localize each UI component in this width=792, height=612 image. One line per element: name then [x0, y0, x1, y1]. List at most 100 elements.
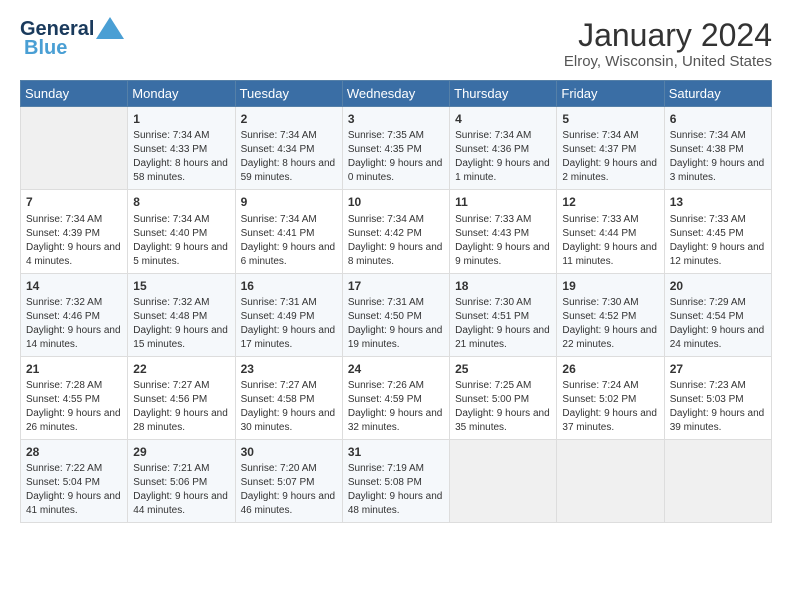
daylight-label: Daylight: 9 hours and 32 minutes. — [348, 408, 443, 433]
day-number: 9 — [241, 194, 337, 210]
table-row: 16Sunrise: 7:31 AMSunset: 4:49 PMDayligh… — [235, 273, 342, 356]
header-monday: Monday — [128, 81, 235, 107]
calendar-week-4: 28Sunrise: 7:22 AMSunset: 5:04 PMDayligh… — [21, 439, 772, 522]
sunset-label: Sunset: 4:39 PM — [26, 228, 100, 239]
sunset-label: Sunset: 4:44 PM — [562, 228, 636, 239]
day-number: 25 — [455, 361, 551, 377]
sunset-label: Sunset: 4:33 PM — [133, 144, 207, 155]
sunset-label: Sunset: 4:41 PM — [241, 228, 315, 239]
sunrise-label: Sunrise: 7:35 AM — [348, 130, 424, 141]
calendar: Sunday Monday Tuesday Wednesday Thursday… — [20, 80, 772, 523]
day-info: Sunrise: 7:21 AMSunset: 5:06 PMDaylight:… — [133, 462, 229, 518]
sunset-label: Sunset: 4:43 PM — [455, 228, 529, 239]
sunset-label: Sunset: 5:04 PM — [26, 477, 100, 488]
daylight-label: Daylight: 9 hours and 19 minutes. — [348, 325, 443, 350]
sunset-label: Sunset: 5:07 PM — [241, 477, 315, 488]
sunset-label: Sunset: 4:48 PM — [133, 311, 207, 322]
sunset-label: Sunset: 4:35 PM — [348, 144, 422, 155]
calendar-header-row: Sunday Monday Tuesday Wednesday Thursday… — [21, 81, 772, 107]
header: General Blue January 2024 Elroy, Wiscons… — [20, 18, 772, 70]
sunset-label: Sunset: 4:58 PM — [241, 394, 315, 405]
daylight-label: Daylight: 8 hours and 59 minutes. — [241, 158, 336, 183]
day-number: 11 — [455, 194, 551, 210]
day-info: Sunrise: 7:32 AMSunset: 4:46 PMDaylight:… — [26, 296, 122, 352]
daylight-label: Daylight: 9 hours and 24 minutes. — [670, 325, 765, 350]
sunrise-label: Sunrise: 7:21 AM — [133, 463, 209, 474]
day-info: Sunrise: 7:34 AMSunset: 4:37 PMDaylight:… — [562, 129, 658, 185]
day-info: Sunrise: 7:33 AMSunset: 4:44 PMDaylight:… — [562, 213, 658, 269]
sunset-label: Sunset: 4:36 PM — [455, 144, 529, 155]
daylight-label: Daylight: 9 hours and 21 minutes. — [455, 325, 550, 350]
sunset-label: Sunset: 4:54 PM — [670, 311, 744, 322]
sunrise-label: Sunrise: 7:33 AM — [455, 214, 531, 225]
table-row: 8Sunrise: 7:34 AMSunset: 4:40 PMDaylight… — [128, 190, 235, 273]
calendar-week-3: 21Sunrise: 7:28 AMSunset: 4:55 PMDayligh… — [21, 356, 772, 439]
day-info: Sunrise: 7:19 AMSunset: 5:08 PMDaylight:… — [348, 462, 444, 518]
daylight-label: Daylight: 9 hours and 2 minutes. — [562, 158, 657, 183]
sunrise-label: Sunrise: 7:34 AM — [26, 214, 102, 225]
sunset-label: Sunset: 4:51 PM — [455, 311, 529, 322]
daylight-label: Daylight: 9 hours and 6 minutes. — [241, 242, 336, 267]
sunset-label: Sunset: 4:50 PM — [348, 311, 422, 322]
table-row: 25 Sunrise: 7:25 AM Sunset: 5:00 PM Dayligh… — [450, 356, 557, 439]
calendar-week-2: 14Sunrise: 7:32 AMSunset: 4:46 PMDayligh… — [21, 273, 772, 356]
daylight-label: Daylight: 9 hours and 35 minutes. — [455, 408, 550, 433]
day-info: Sunrise: 7:34 AMSunset: 4:40 PMDaylight:… — [133, 213, 229, 269]
daylight-label: Daylight: 9 hours and 28 minutes. — [133, 408, 228, 433]
sunrise-label: Sunrise: 7:34 AM — [241, 214, 317, 225]
daylight-label: Daylight: 9 hours and 8 minutes. — [348, 242, 443, 267]
table-row: 13Sunrise: 7:33 AMSunset: 4:45 PMDayligh… — [664, 190, 771, 273]
day-number: 28 — [26, 444, 122, 460]
day-info: Sunrise: 7:34 AMSunset: 4:36 PMDaylight:… — [455, 129, 551, 185]
table-row: 15Sunrise: 7:32 AMSunset: 4:48 PMDayligh… — [128, 273, 235, 356]
sunset-label: Sunset: 4:45 PM — [670, 228, 744, 239]
day-number: 18 — [455, 278, 551, 294]
day-number: 31 — [348, 444, 444, 460]
table-row: 9 Sunrise: 7:34 AM Sunset: 4:41 PM Daylight… — [235, 190, 342, 273]
day-number: 5 — [562, 111, 658, 127]
sunrise-label: Sunrise: 7:34 AM — [133, 214, 209, 225]
day-info: Sunrise: 7:26 AMSunset: 4:59 PMDaylight:… — [348, 379, 444, 435]
day-number: 16 — [241, 278, 337, 294]
daylight-label: Daylight: 9 hours and 5 minutes. — [133, 242, 228, 267]
sunrise-label: Sunrise: 7:32 AM — [26, 297, 102, 308]
daylight-label: Daylight: 9 hours and 46 minutes. — [241, 491, 336, 516]
sunrise-label: Sunrise: 7:23 AM — [670, 380, 746, 391]
header-saturday: Saturday — [664, 81, 771, 107]
day-info: Sunrise: 7:27 AMSunset: 4:56 PMDaylight:… — [133, 379, 229, 435]
table-row — [450, 439, 557, 522]
table-row — [21, 107, 128, 190]
sunset-label: Sunset: 4:59 PM — [348, 394, 422, 405]
day-number: 21 — [26, 361, 122, 377]
day-number: 24 — [348, 361, 444, 377]
table-row: 3Sunrise: 7:35 AMSunset: 4:35 PMDaylight… — [342, 107, 449, 190]
daylight-label: Daylight: 9 hours and 11 minutes. — [562, 242, 657, 267]
day-number: 30 — [241, 444, 337, 460]
daylight-label: Daylight: 9 hours and 4 minutes. — [26, 242, 121, 267]
day-number: 22 — [133, 361, 229, 377]
table-row: 14Sunrise: 7:32 AMSunset: 4:46 PMDayligh… — [21, 273, 128, 356]
daylight-label: Daylight: 9 hours and 41 minutes. — [26, 491, 121, 516]
day-info: Sunrise: 7:27 AMSunset: 4:58 PMDaylight:… — [241, 379, 337, 435]
day-number: 27 — [670, 361, 766, 377]
table-row: 23Sunrise: 7:27 AMSunset: 4:58 PMDayligh… — [235, 356, 342, 439]
table-row: 17 Sunrise: 7:31 AM Sunset: 4:50 PM Dayligh… — [342, 273, 449, 356]
day-info: Sunrise: 7:31 AM Sunset: 4:50 PM Daylight:… — [348, 296, 444, 352]
sunrise-label: Sunrise: 7:31 AM — [348, 297, 424, 308]
day-number: 15 — [133, 278, 229, 294]
sunrise-label: Sunrise: 7:25 AM — [455, 380, 531, 391]
sunrise-label: Sunrise: 7:31 AM — [241, 297, 317, 308]
day-number: 17 — [348, 278, 444, 294]
sunset-label: Sunset: 5:00 PM — [455, 394, 529, 405]
table-row: 4Sunrise: 7:34 AMSunset: 4:36 PMDaylight… — [450, 107, 557, 190]
sunset-label: Sunset: 5:08 PM — [348, 477, 422, 488]
sunrise-label: Sunrise: 7:29 AM — [670, 297, 746, 308]
table-row: 24 Sunrise: 7:26 AMSunset: 4:59 PMDayligh… — [342, 356, 449, 439]
table-row: 7Sunrise: 7:34 AMSunset: 4:39 PMDaylight… — [21, 190, 128, 273]
calendar-week-1: 7Sunrise: 7:34 AMSunset: 4:39 PMDaylight… — [21, 190, 772, 273]
sunrise-label: Sunrise: 7:33 AM — [670, 214, 746, 225]
sunrise-label: Sunrise: 7:20 AM — [241, 463, 317, 474]
sunset-label: Sunset: 4:34 PM — [241, 144, 315, 155]
sunrise-label: Sunrise: 7:32 AM — [133, 297, 209, 308]
sunrise-label: Sunrise: 7:27 AM — [133, 380, 209, 391]
